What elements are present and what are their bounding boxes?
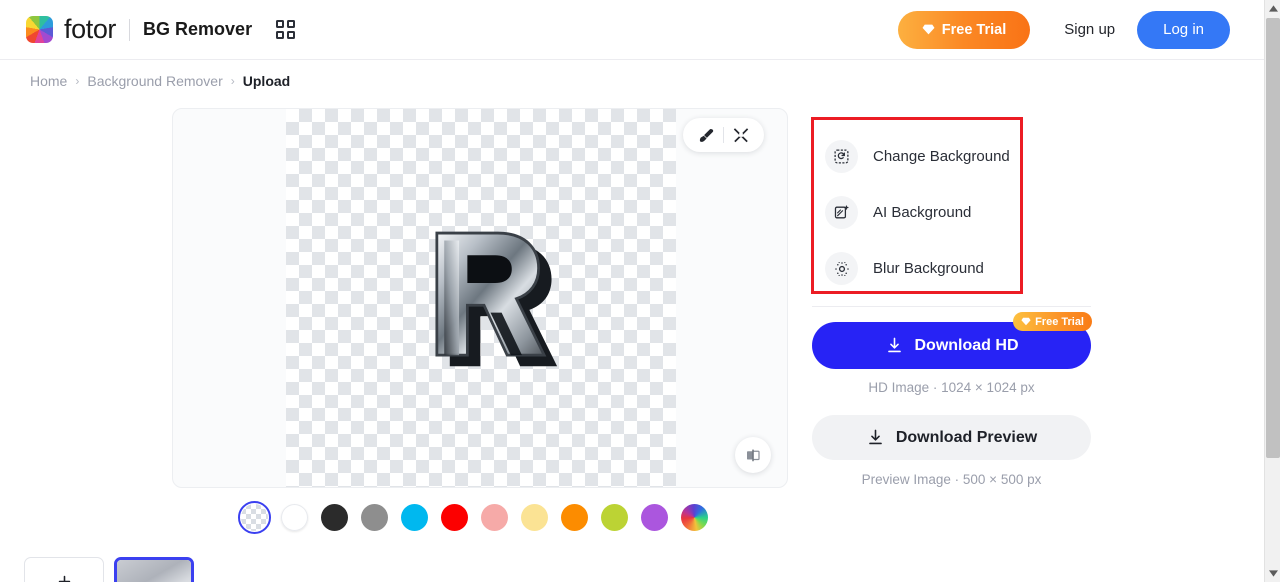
erase-tool-button[interactable] — [724, 120, 758, 150]
background-options-panel: Change Background AI Background — [811, 117, 1023, 294]
diamond-icon — [922, 24, 935, 35]
brand-name: fotor — [64, 14, 116, 45]
page-scrollbar[interactable] — [1264, 0, 1280, 582]
swatch-pink[interactable] — [478, 501, 511, 534]
swatch-yellow[interactable] — [518, 501, 551, 534]
compare-before-after-icon — [744, 446, 762, 464]
panel-divider — [812, 306, 1091, 307]
thumbnail-item[interactable] — [114, 557, 194, 582]
brand[interactable]: fotor BG Remover — [26, 14, 252, 45]
product-name: BG Remover — [143, 19, 252, 40]
option-label: Blur Background — [873, 260, 984, 277]
free-trial-badge: Free Trial — [1013, 312, 1092, 331]
app-header: fotor BG Remover Free Trial Sign up Log … — [0, 0, 1264, 60]
app-root: fotor BG Remover Free Trial Sign up Log … — [0, 0, 1280, 582]
canvas-image-letter-r — [398, 209, 583, 394]
download-hd-caption: HD Image · 1024 × 1024 px — [812, 380, 1091, 395]
brush-tool-button[interactable] — [689, 120, 723, 150]
diamond-icon — [1021, 317, 1031, 326]
download-icon — [866, 428, 885, 447]
breadcrumb-item-home[interactable]: Home — [30, 73, 67, 89]
download-hd-wrapper: Download HD Free Trial — [812, 322, 1091, 369]
thumbnail-image — [117, 560, 191, 582]
plus-icon — [56, 573, 73, 582]
swatch-red[interactable] — [438, 501, 471, 534]
image-canvas[interactable] — [172, 108, 788, 488]
apps-grid-icon[interactable] — [276, 20, 295, 39]
scrollbar-thumb[interactable] — [1266, 18, 1280, 458]
scroll-down-arrow-icon[interactable] — [1265, 565, 1280, 582]
free-trial-badge-label: Free Trial — [1035, 316, 1084, 328]
canvas-toolbar — [683, 118, 764, 152]
swatch-white[interactable] — [278, 501, 311, 534]
scroll-up-arrow-icon[interactable] — [1265, 0, 1280, 17]
background-color-swatches — [238, 501, 711, 534]
brand-divider — [129, 19, 130, 41]
option-change-background[interactable]: Change Background — [825, 140, 1010, 173]
brush-icon — [698, 127, 715, 144]
header-actions: Free Trial Sign up Log in — [898, 11, 1264, 49]
download-preview-caption: Preview Image · 500 × 500 px — [812, 472, 1091, 487]
swatch-lime[interactable] — [598, 501, 631, 534]
swatch-gray[interactable] — [358, 501, 391, 534]
option-label: Change Background — [873, 148, 1010, 165]
swatch-color-picker[interactable] — [678, 501, 711, 534]
compare-button[interactable] — [735, 437, 771, 473]
free-trial-label: Free Trial — [942, 22, 1006, 38]
login-button[interactable]: Log in — [1137, 11, 1230, 49]
swatch-cyan[interactable] — [398, 501, 431, 534]
breadcrumb-separator: › — [75, 74, 79, 88]
change-background-icon — [825, 140, 858, 173]
breadcrumb-item-upload: Upload — [243, 73, 290, 89]
ai-background-icon — [825, 196, 858, 229]
fotor-logo-icon — [26, 16, 53, 43]
download-icon — [885, 336, 904, 355]
swatch-transparent[interactable] — [238, 501, 271, 534]
swatch-purple[interactable] — [638, 501, 671, 534]
breadcrumb: Home › Background Remover › Upload — [30, 73, 290, 89]
option-ai-background[interactable]: AI Background — [825, 196, 971, 229]
blur-background-icon — [825, 252, 858, 285]
swatch-black[interactable] — [318, 501, 351, 534]
option-blur-background[interactable]: Blur Background — [825, 252, 984, 285]
free-trial-button[interactable]: Free Trial — [898, 11, 1030, 49]
add-image-button[interactable] — [24, 557, 104, 582]
download-preview-button[interactable]: Download Preview — [812, 415, 1091, 460]
download-hd-label: Download HD — [915, 337, 1019, 355]
swatch-orange[interactable] — [558, 501, 591, 534]
option-label: AI Background — [873, 204, 971, 221]
breadcrumb-item-background-remover[interactable]: Background Remover — [87, 73, 222, 89]
download-preview-label: Download Preview — [896, 429, 1037, 447]
breadcrumb-separator: › — [231, 74, 235, 88]
magic-erase-icon — [732, 126, 750, 144]
signup-link[interactable]: Sign up — [1064, 21, 1115, 38]
thumbnail-strip — [24, 557, 194, 582]
